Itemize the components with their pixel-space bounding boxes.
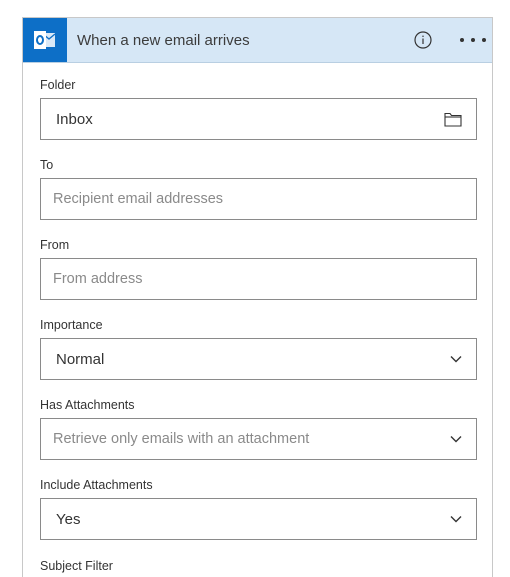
importance-value: Normal [56,350,105,368]
to-field[interactable]: Recipient email addresses [40,178,477,220]
from-field[interactable]: From address [40,258,477,300]
card-header[interactable]: When a new email arrives [23,18,492,63]
info-icon[interactable] [414,31,432,49]
has-attachments-label: Has Attachments [40,398,135,412]
more-options-icon[interactable] [460,30,486,50]
outlook-icon [23,18,67,62]
chevron-down-icon[interactable] [450,355,462,363]
from-placeholder: From address [53,271,143,287]
folder-label: Folder [40,78,76,92]
to-placeholder: Recipient email addresses [53,191,224,207]
to-label: To [40,158,54,172]
importance-dropdown[interactable]: Normal [40,338,477,380]
importance-label: Importance [40,318,103,332]
folder-field[interactable]: Inbox [40,98,477,140]
has-attachments-placeholder: Retrieve only emails with an attachment [53,431,310,447]
include-attachments-value: Yes [56,510,81,528]
folder-value: Inbox [56,110,93,128]
subject-filter-label: Subject Filter [40,559,113,573]
chevron-down-icon[interactable] [450,435,462,443]
include-attachments-label: Include Attachments [40,478,153,492]
from-label: From [40,238,70,252]
has-attachments-dropdown[interactable]: Retrieve only emails with an attachment [40,418,477,460]
include-attachments-dropdown[interactable]: Yes [40,498,477,540]
chevron-down-icon[interactable] [450,515,462,523]
folder-icon[interactable] [444,112,462,127]
trigger-card: When a new email arrives Folder Inbox To… [22,17,493,577]
